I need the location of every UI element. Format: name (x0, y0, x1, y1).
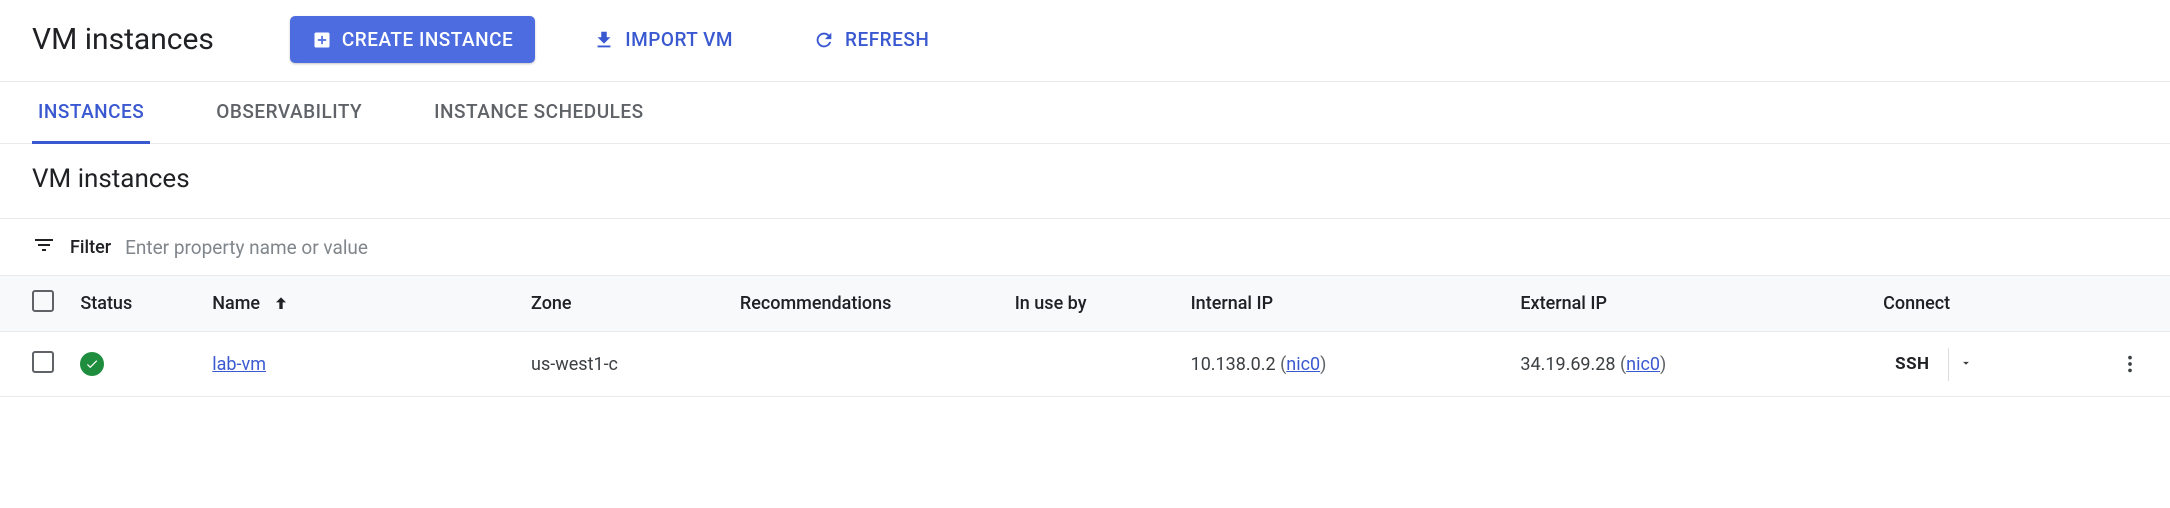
cell-zone: us-west1-c (521, 332, 730, 397)
col-name[interactable]: Name (202, 276, 521, 332)
create-instance-label: CREATE INSTANCE (342, 28, 513, 51)
table-row: lab-vm us-west1-c 10.138.0.2 (nic0) 34.1… (0, 332, 2170, 397)
table-header-row: Status Name Zone Recommendations In use … (0, 276, 2170, 332)
tab-observability[interactable]: OBSERVABILITY (210, 82, 368, 144)
row-checkbox[interactable] (32, 351, 54, 373)
filter-icon (32, 233, 56, 261)
select-all-checkbox[interactable] (32, 290, 54, 312)
status-running-icon (80, 352, 104, 376)
page-toolbar: VM instances CREATE INSTANCE IMPORT VM R… (0, 0, 2170, 82)
filter-label: Filter (70, 237, 111, 258)
refresh-button[interactable]: REFRESH (791, 16, 951, 63)
cell-recommendations (730, 332, 1005, 397)
instances-table: Status Name Zone Recommendations In use … (0, 275, 2170, 397)
page-title: VM instances (32, 22, 214, 57)
col-name-label: Name (212, 293, 260, 314)
tab-instance-schedules[interactable]: INSTANCE SCHEDULES (428, 82, 649, 144)
plus-box-icon (312, 30, 332, 50)
refresh-icon (813, 29, 835, 51)
filter-bar: Filter (0, 219, 2170, 275)
col-external-ip[interactable]: External IP (1510, 276, 1873, 332)
external-nic-link[interactable]: nic0 (1626, 354, 1660, 375)
col-status[interactable]: Status (70, 276, 202, 332)
instance-name-link[interactable]: lab-vm (212, 354, 266, 375)
section-title: VM instances (0, 144, 2170, 219)
more-vert-icon (2119, 353, 2141, 375)
cell-external-ip: 34.19.69.28 (nic0) (1510, 332, 1873, 397)
create-instance-button[interactable]: CREATE INSTANCE (290, 16, 535, 63)
cell-internal-ip: 10.138.0.2 (nic0) (1181, 332, 1511, 397)
col-connect[interactable]: Connect (1873, 276, 2104, 332)
sort-ascending-icon (271, 294, 291, 314)
import-icon (593, 29, 615, 51)
refresh-label: REFRESH (845, 28, 929, 51)
internal-nic-link[interactable]: nic0 (1286, 354, 1320, 375)
more-actions-button[interactable] (2114, 348, 2146, 380)
external-ip-value: 34.19.69.28 (1520, 354, 1615, 375)
import-vm-button[interactable]: IMPORT VM (571, 16, 755, 63)
ssh-button[interactable]: SSH (1883, 346, 1941, 382)
caret-down-icon (1959, 356, 1973, 370)
ssh-button-group: SSH (1883, 346, 1982, 382)
import-vm-label: IMPORT VM (625, 28, 733, 51)
tab-instances[interactable]: INSTANCES (32, 82, 150, 144)
col-recommendations[interactable]: Recommendations (730, 276, 1005, 332)
tabs: INSTANCES OBSERVABILITY INSTANCE SCHEDUL… (0, 82, 2170, 144)
cell-in-use-by (1005, 332, 1181, 397)
ssh-dropdown-button[interactable] (1948, 348, 1983, 381)
col-in-use-by[interactable]: In use by (1005, 276, 1181, 332)
filter-input[interactable] (125, 236, 2138, 259)
col-internal-ip[interactable]: Internal IP (1181, 276, 1511, 332)
internal-ip-value: 10.138.0.2 (1191, 354, 1276, 375)
col-zone[interactable]: Zone (521, 276, 730, 332)
